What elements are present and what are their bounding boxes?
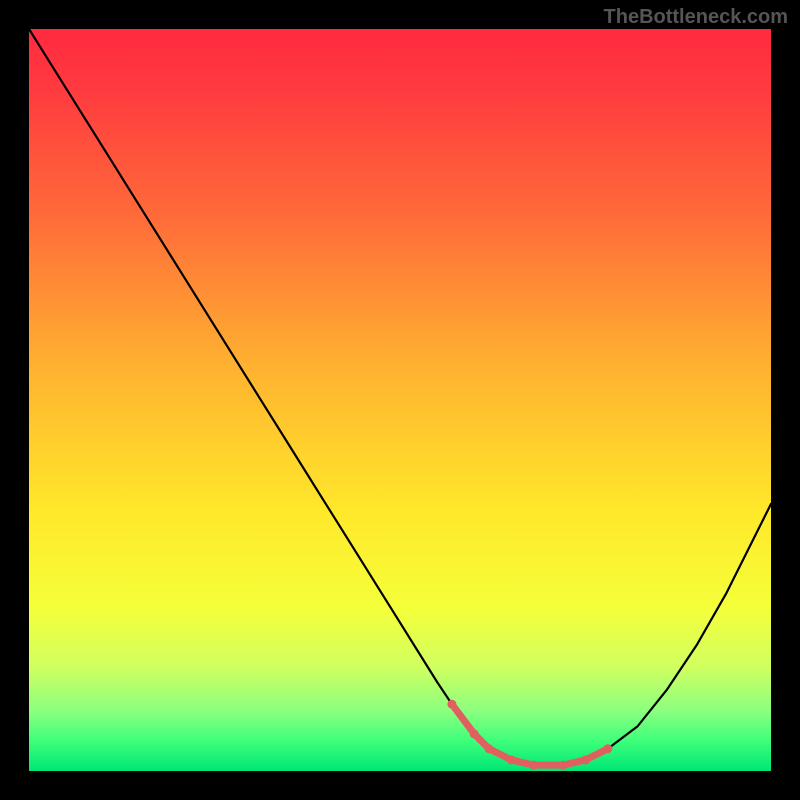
chart-background-gradient bbox=[29, 29, 771, 771]
watermark-text: TheBottleneck.com bbox=[604, 6, 788, 29]
